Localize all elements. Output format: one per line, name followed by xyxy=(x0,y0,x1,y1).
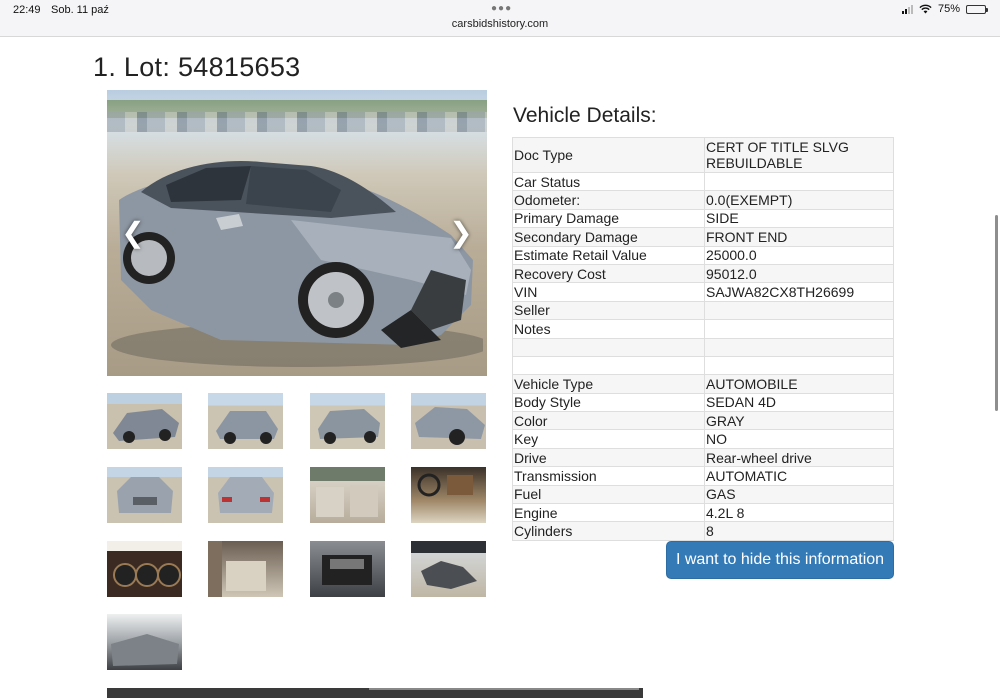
row-value xyxy=(704,337,894,357)
row-key: VIN xyxy=(512,282,705,302)
car-illustration xyxy=(111,161,483,367)
row-key: Car Status xyxy=(512,171,705,192)
progress-bar[interactable] xyxy=(369,688,639,690)
more-options-icon[interactable]: ●●● xyxy=(491,3,512,14)
table-row: Body Style SEDAN 4D xyxy=(512,392,894,413)
table-row: Cylinders 8 xyxy=(512,521,894,541)
row-key: Seller xyxy=(512,300,705,321)
status-time: 22:49 xyxy=(13,4,41,16)
table-row: Key NO xyxy=(512,429,894,449)
browser-status-bar: 22:49 Sob. 11 paź ●●● carsbidshistory.co… xyxy=(0,0,1000,37)
status-date: Sob. 11 paź xyxy=(51,4,109,16)
table-row: Seller xyxy=(512,300,894,321)
table-row: Color GRAY xyxy=(512,411,894,431)
row-value: FRONT END xyxy=(704,227,894,247)
row-value xyxy=(704,355,894,376)
thumbnail-11[interactable] xyxy=(310,541,385,597)
thumbnail-7[interactable] xyxy=(310,467,385,523)
thumbnail-8[interactable] xyxy=(411,467,486,523)
chevron-right-icon[interactable]: ❯ xyxy=(449,218,473,248)
vehicle-details-heading: Vehicle Details: xyxy=(513,104,657,127)
row-value: 4.2L 8 xyxy=(704,503,894,523)
table-row: Notes xyxy=(512,319,894,339)
row-value xyxy=(704,171,894,192)
row-value xyxy=(704,319,894,339)
table-row: Doc Type CERT OF TITLE SLVG REBUILDABLE xyxy=(512,137,894,173)
thumbnail-12[interactable] xyxy=(411,541,486,597)
row-value: SIDE xyxy=(704,208,894,229)
table-row: Estimate Retail Value 25000.0 xyxy=(512,245,894,265)
thumbnail-10[interactable] xyxy=(208,541,283,597)
row-key: Transmission xyxy=(512,466,705,486)
thumbnail-1[interactable] xyxy=(107,393,182,449)
row-value: SEDAN 4D xyxy=(704,392,894,413)
row-key xyxy=(512,355,705,376)
row-key: Color xyxy=(512,411,705,431)
row-key: Odometer: xyxy=(512,190,705,210)
table-row: Drive Rear-wheel drive xyxy=(512,447,894,468)
thumbnail-2[interactable] xyxy=(208,393,283,449)
row-value: Rear-wheel drive xyxy=(704,447,894,468)
hide-information-button[interactable]: I want to hide this information xyxy=(666,541,894,579)
row-value: NO xyxy=(704,429,894,449)
row-value: 8 xyxy=(704,521,894,541)
row-value: 0.0(EXEMPT) xyxy=(704,190,894,210)
chevron-left-icon[interactable]: ❮ xyxy=(121,218,145,248)
thumbnail-4[interactable] xyxy=(411,393,486,449)
battery-percent: 75% xyxy=(937,3,960,15)
table-row: Recovery Cost 95012.0 xyxy=(512,263,894,284)
row-key: Secondary Damage xyxy=(512,227,705,247)
table-row: Transmission AUTOMATIC xyxy=(512,466,894,486)
wifi-icon xyxy=(919,4,932,14)
table-row: Secondary Damage FRONT END xyxy=(512,227,894,247)
signal-icon xyxy=(901,4,913,14)
row-key: Engine xyxy=(512,503,705,523)
table-row: Fuel GAS xyxy=(512,484,894,505)
row-value: SAJWA82CX8TH26699 xyxy=(704,282,894,302)
status-indicators: 75% xyxy=(901,3,988,15)
row-key: Doc Type xyxy=(512,137,705,173)
row-key xyxy=(512,337,705,357)
row-value: AUTOMOBILE xyxy=(704,374,894,394)
row-key: Estimate Retail Value xyxy=(512,245,705,265)
thumbnail-3[interactable] xyxy=(310,393,385,449)
page-scrollbar[interactable] xyxy=(995,215,998,411)
row-key: Primary Damage xyxy=(512,208,705,229)
row-key: Fuel xyxy=(512,484,705,505)
row-value: GAS xyxy=(704,484,894,505)
table-row: Engine 4.2L 8 xyxy=(512,503,894,523)
battery-icon xyxy=(966,4,988,14)
lot-title: 1. Lot: 54815653 xyxy=(93,52,301,82)
row-value: 95012.0 xyxy=(704,263,894,284)
row-value: GRAY xyxy=(704,411,894,431)
table-row: VIN SAJWA82CX8TH26699 xyxy=(512,282,894,302)
table-row: Car Status xyxy=(512,171,894,192)
row-key: Recovery Cost xyxy=(512,263,705,284)
thumbnail-9[interactable] xyxy=(107,541,182,597)
main-vehicle-photo[interactable]: ❮ ❯ xyxy=(107,90,487,376)
row-key: Cylinders xyxy=(512,521,705,541)
table-row xyxy=(512,355,894,376)
table-row: Vehicle Type AUTOMOBILE xyxy=(512,374,894,394)
thumbnail-13[interactable] xyxy=(107,614,182,670)
row-value: AUTOMATIC xyxy=(704,466,894,486)
row-key: Notes xyxy=(512,319,705,339)
address-bar-url[interactable]: carsbidshistory.com xyxy=(0,18,1000,30)
video-player-strip[interactable] xyxy=(107,688,643,698)
row-key: Vehicle Type xyxy=(512,374,705,394)
row-value: 25000.0 xyxy=(704,245,894,265)
table-row xyxy=(512,337,894,357)
thumbnail-6[interactable] xyxy=(208,467,283,523)
row-value xyxy=(704,300,894,321)
table-row: Primary Damage SIDE xyxy=(512,208,894,229)
row-key: Body Style xyxy=(512,392,705,413)
table-row: Odometer: 0.0(EXEMPT) xyxy=(512,190,894,210)
thumbnail-5[interactable] xyxy=(107,467,182,523)
vehicle-details-table: Doc Type CERT OF TITLE SLVG REBUILDABLE C… xyxy=(512,137,894,541)
row-value: CERT OF TITLE SLVG REBUILDABLE xyxy=(704,137,894,173)
row-key: Drive xyxy=(512,447,705,468)
row-key: Key xyxy=(512,429,705,449)
